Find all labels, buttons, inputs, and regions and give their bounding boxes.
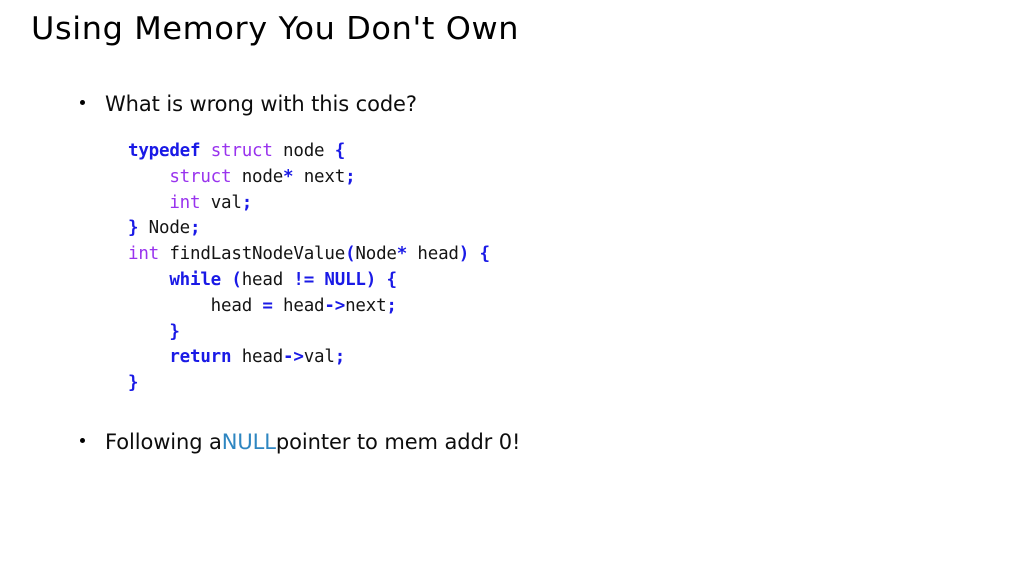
bullet-label-question: What is wrong with this code? bbox=[105, 92, 417, 116]
code-token: -> bbox=[324, 295, 346, 316]
bullet-item-question: What is wrong with this code? bbox=[80, 92, 417, 116]
code-token: Node bbox=[355, 244, 397, 265]
code-token: } bbox=[128, 373, 139, 394]
code-line: return head->val; bbox=[128, 345, 490, 371]
code-token: ( bbox=[231, 269, 242, 290]
code-line: } bbox=[128, 320, 490, 346]
code-line: } Node; bbox=[128, 216, 490, 242]
code-token: next bbox=[293, 166, 346, 187]
code-token: val bbox=[200, 192, 242, 213]
code-token: { bbox=[386, 269, 397, 290]
bullet-dot-icon bbox=[80, 438, 85, 443]
code-token: { bbox=[334, 141, 346, 161]
code-token: int bbox=[169, 192, 201, 213]
code-line: while (head != NULL) { bbox=[128, 268, 490, 294]
code-token: node bbox=[231, 166, 284, 187]
bullet-explanation-prefix: Following a bbox=[105, 430, 222, 454]
code-token: struct bbox=[169, 166, 232, 187]
code-block: typedef struct node { struct node* next;… bbox=[128, 139, 490, 397]
code-line: typedef struct node { bbox=[128, 139, 490, 165]
code-token: return bbox=[169, 347, 232, 368]
code-token: ; bbox=[345, 166, 356, 187]
bullet-item-explanation: Following a NULL pointer to mem addr 0! bbox=[80, 430, 520, 454]
code-token: -> bbox=[283, 347, 304, 368]
code-token: } bbox=[128, 218, 139, 239]
code-token: ; bbox=[334, 347, 346, 368]
code-line: struct node* next; bbox=[128, 165, 490, 191]
code-line: head = head->next; bbox=[128, 294, 490, 320]
code-token: Node bbox=[138, 218, 191, 239]
code-token: } bbox=[169, 321, 180, 342]
code-token: head bbox=[272, 295, 325, 316]
code-line: } bbox=[128, 371, 490, 397]
code-token: != bbox=[293, 269, 315, 290]
code-token: { bbox=[479, 244, 490, 265]
code-token: head bbox=[128, 295, 263, 316]
code-token: val bbox=[303, 347, 335, 368]
code-token: while bbox=[169, 269, 222, 290]
code-token: ( bbox=[345, 244, 356, 265]
code-token: next bbox=[345, 295, 387, 316]
slide-canvas: Using Memory You Don't Own What is wrong… bbox=[0, 0, 1024, 576]
code-token: typedef bbox=[128, 141, 201, 161]
bullet-explanation-highlight: NULL bbox=[221, 430, 276, 454]
code-token: int bbox=[128, 244, 160, 265]
code-token: findLastNodeValue bbox=[159, 244, 346, 265]
code-line: int val; bbox=[128, 191, 490, 217]
code-token: ; bbox=[241, 192, 253, 213]
code-token: NULL bbox=[324, 269, 366, 290]
code-token: = bbox=[262, 295, 273, 316]
code-token: ) bbox=[458, 244, 470, 265]
code-token: * bbox=[283, 166, 294, 187]
page-title: Using Memory You Don't Own bbox=[31, 11, 520, 47]
code-token: node bbox=[272, 141, 335, 161]
code-token: head bbox=[407, 244, 459, 265]
code-token: head bbox=[231, 347, 284, 368]
code-token: head bbox=[241, 269, 294, 290]
code-token: struct bbox=[210, 141, 273, 161]
bullet-explanation-suffix: pointer to mem addr 0! bbox=[275, 430, 521, 454]
code-token: ; bbox=[190, 218, 201, 239]
code-token: * bbox=[396, 244, 408, 265]
code-line: int findLastNodeValue(Node* head) { bbox=[128, 242, 490, 268]
code-token: ; bbox=[386, 295, 397, 316]
bullet-dot-icon bbox=[80, 100, 85, 105]
code-token: ) bbox=[365, 269, 377, 290]
